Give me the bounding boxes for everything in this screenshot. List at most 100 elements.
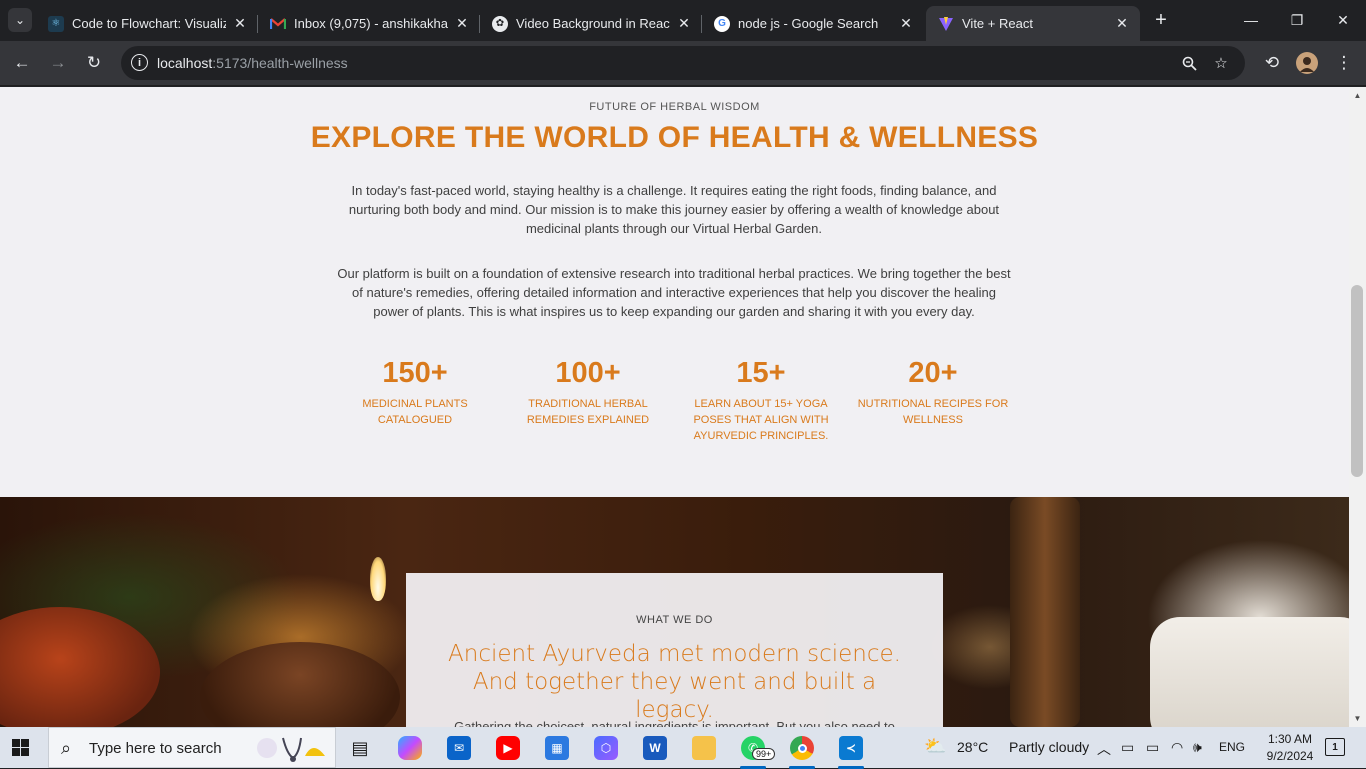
google-icon: G <box>714 15 730 32</box>
close-icon[interactable]: ✕ <box>454 15 470 32</box>
tab-gmail-inbox[interactable]: Inbox (9,075) - anshikakhare ✕ <box>258 6 480 41</box>
candle-flame-image <box>370 557 386 601</box>
task-view-icon: ▤ <box>351 737 369 758</box>
menu-button[interactable]: ⋮ <box>1331 50 1357 76</box>
language-indicator[interactable]: ENG <box>1219 740 1245 754</box>
stat-value: 15+ <box>736 357 786 389</box>
mail-app[interactable]: ✉ <box>440 731 478 765</box>
clock-time: 1:30 AM <box>1267 732 1313 746</box>
start-button[interactable] <box>12 739 29 756</box>
word-app[interactable]: W <box>636 731 674 765</box>
what-we-do-card: WHAT WE DO Ancient Ayurveda met modern s… <box>406 573 943 727</box>
scroll-up-icon[interactable]: ▲ <box>1353 91 1362 100</box>
mail-icon: ✉ <box>447 736 471 760</box>
browser-toolbar: ← → ↻ i localhost:5173/health-wellness ☆… <box>0 41 1366 86</box>
vite-icon <box>938 16 954 32</box>
profile-avatar[interactable] <box>1294 50 1320 76</box>
meet-now-icon[interactable]: ▭ <box>1121 739 1134 756</box>
gmail-icon <box>270 16 286 32</box>
towel-image <box>1150 617 1349 727</box>
chevron-down-icon: ⌄ <box>14 13 26 27</box>
search-icon: ⌕ <box>61 738 72 758</box>
store-icon: ▦ <box>545 736 569 760</box>
bookmark-star-icon[interactable]: ☆ <box>1211 53 1231 73</box>
stat-value: 100+ <box>555 357 621 389</box>
stat-label: Nutritional Recipes for Wellness <box>857 398 1009 426</box>
stat-value: 150+ <box>382 357 448 389</box>
battery-icon[interactable]: ▭ <box>1146 739 1159 756</box>
platform-paragraph: Our platform is built on a foundation of… <box>337 266 1011 319</box>
tab-title: Inbox (9,075) - anshikakhare <box>294 16 448 31</box>
stat-plants: 150+ Medicinal Plants Catalogued <box>330 357 500 428</box>
bottle-image <box>1010 497 1080 727</box>
taskbar-search-box[interactable]: ⌕ Type here to search <box>48 727 336 768</box>
scroll-thumb[interactable] <box>1351 285 1363 477</box>
close-icon[interactable]: ✕ <box>232 15 248 32</box>
flowchart-icon: ⚛ <box>48 15 64 32</box>
tab-vite-react[interactable]: Vite + React ✕ <box>926 6 1140 41</box>
sync-icon: ⟲ <box>1264 53 1280 72</box>
tab-title: Vite + React <box>962 16 1033 31</box>
vscode-app[interactable]: ≺ <box>832 731 870 769</box>
minimize-button[interactable]: — <box>1228 0 1274 40</box>
hero-image-section: WHAT WE DO Ancient Ayurveda met modern s… <box>0 497 1349 727</box>
speaker-icon[interactable]: 🕪 <box>1193 739 1202 756</box>
weather-temp: 28°C <box>957 739 989 755</box>
reload-icon: ↻ <box>86 53 102 72</box>
spice-bowl-image <box>0 607 160 727</box>
youtube-app[interactable]: ▶ <box>489 731 527 765</box>
address-bar[interactable]: i localhost:5173/health-wellness ☆ <box>121 46 1245 80</box>
intro-paragraph: In today's fast-paced world, staying hea… <box>348 183 1000 236</box>
taskbar-clock[interactable]: 1:30 AM 9/2/2024 <box>1252 731 1328 765</box>
wifi-icon[interactable]: ◠ <box>1171 739 1183 756</box>
page-viewport: FUTURE OF HERBAL WISDOM EXPLORE THE WORL… <box>0 87 1349 727</box>
card-body: Gathering the choicest, natural ingredie… <box>454 719 895 727</box>
tab-video-background[interactable]: ✿ Video Background in React ✕ <box>480 6 702 41</box>
forward-button[interactable]: → <box>45 50 71 76</box>
tab-title: Code to Flowchart: Visualize <box>72 16 226 31</box>
tab-title: node js - Google Search <box>738 16 879 31</box>
tab-code-to-flowchart[interactable]: ⚛ Code to Flowchart: Visualize ✕ <box>36 6 258 41</box>
plus-icon: + <box>1155 8 1167 31</box>
hexagon-icon: ⬡ <box>594 736 618 760</box>
youtube-icon: ▶ <box>496 736 520 760</box>
url-host: localhost <box>157 55 213 71</box>
tab-google-search[interactable]: G node js - Google Search ✕ <box>702 6 924 41</box>
folder-icon <box>692 736 716 760</box>
site-info-icon[interactable]: i <box>131 54 148 71</box>
window-close-button[interactable]: ✕ <box>1320 0 1366 40</box>
restore-button[interactable]: ❐ <box>1274 0 1320 40</box>
notification-center-button[interactable]: 1 <box>1325 738 1345 756</box>
notification-count: 1 <box>1332 741 1338 753</box>
close-icon[interactable]: ✕ <box>898 15 914 32</box>
power-automate-app[interactable]: ⬡ <box>587 731 625 765</box>
vscode-icon: ≺ <box>839 736 863 760</box>
close-icon[interactable]: ✕ <box>676 15 692 32</box>
search-placeholder: Type here to search <box>89 740 222 757</box>
store-app[interactable]: ▦ <box>538 731 576 765</box>
scroll-down-icon[interactable]: ▼ <box>1353 714 1362 723</box>
url-text[interactable]: localhost:5173/health-wellness <box>157 55 348 71</box>
page-scrollbar[interactable]: ▲ ▼ <box>1349 87 1366 727</box>
reload-button[interactable]: ↻ <box>81 50 107 76</box>
extensions-button[interactable]: ⟲ <box>1259 50 1285 76</box>
copilot-app[interactable] <box>391 731 429 765</box>
new-tab-button[interactable]: + <box>1150 9 1172 31</box>
zoom-icon[interactable] <box>1179 53 1199 73</box>
file-explorer-app[interactable] <box>685 731 723 765</box>
back-button[interactable]: ← <box>9 50 35 76</box>
tab-search-button[interactable]: ⌄ <box>8 8 32 32</box>
stat-recipes: 20+ Nutritional Recipes for Wellness <box>848 357 1018 428</box>
stat-value: 20+ <box>908 357 958 389</box>
section-eyebrow: FUTURE OF HERBAL WISDOM <box>589 101 760 113</box>
restore-icon: ❐ <box>1290 11 1304 28</box>
chrome-app[interactable] <box>783 731 821 769</box>
task-view-button[interactable]: ▤ <box>341 731 379 765</box>
whatsapp-app[interactable]: ✆ 99+ <box>734 731 776 769</box>
chevron-up-icon[interactable]: ︿ <box>1097 739 1111 759</box>
search-highlight-illustration <box>257 737 325 762</box>
weather-desc: Partly cloudy <box>1009 739 1090 755</box>
stat-yoga: 15+ Learn about 15+ yoga poses that alig… <box>676 357 846 444</box>
close-icon[interactable]: ✕ <box>1114 15 1130 32</box>
stat-remedies: 100+ Traditional Herbal Remedies Explain… <box>503 357 673 428</box>
